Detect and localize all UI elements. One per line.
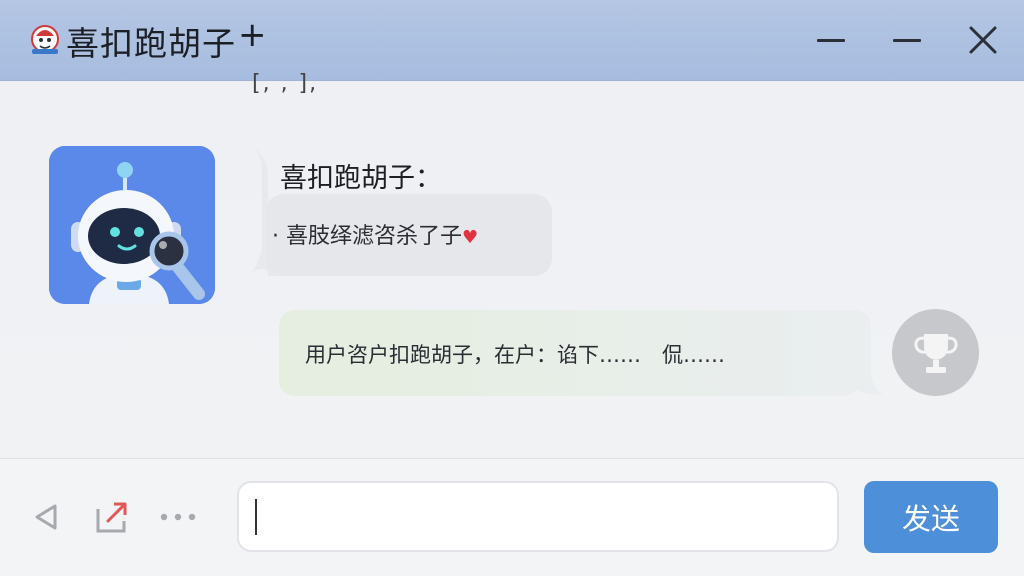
chat-area[interactable]: [, , ], 喜扣跑胡子： · 喜肢绎滤咨杀了子♥ 用户咨户扣跑胡子，在户：谄… (0, 71, 1024, 457)
send-button[interactable]: 发送 (864, 481, 998, 553)
chat-window: 喜扣跑胡子 + [, , ], 喜扣跑胡子： · 喜肢绎滤咨杀了子♥ 用户咨户扣… (0, 0, 1024, 576)
previous-message-fragment: [, , ], (252, 71, 319, 96)
minimize-icon (817, 38, 845, 42)
close-button[interactable] (965, 22, 1001, 58)
minimize-button-2[interactable] (889, 22, 925, 58)
share-button[interactable] (92, 497, 132, 537)
bot-name: 喜扣跑胡子： (280, 163, 442, 194)
heart-icon: ♥ (462, 227, 479, 248)
window-title: 喜扣跑胡子 (66, 24, 236, 63)
more-button[interactable] (158, 497, 198, 537)
user-message-text: 用户咨户扣跑胡子，在户：谄下…… 侃…… (305, 343, 725, 367)
minimize-icon (893, 38, 921, 42)
user-message-bubble: 用户咨户扣跑胡子，在户：谄下…… 侃…… (279, 310, 887, 396)
share-icon (96, 502, 127, 533)
input-bar: 发送 (0, 458, 1024, 576)
bot-message-text: · 喜肢绎滤咨杀了子♥ (272, 218, 478, 250)
bot-message-bubble: 喜扣跑胡子： · 喜肢绎滤咨杀了子♥ (238, 146, 552, 276)
bot-avatar (49, 146, 215, 304)
title-bar[interactable]: 喜扣跑胡子 + (0, 0, 1024, 81)
more-dots-icon (160, 513, 196, 521)
title-plus[interactable]: + (238, 15, 267, 55)
minimize-button[interactable] (813, 22, 849, 58)
back-triangle-icon (35, 504, 57, 530)
user-avatar (892, 309, 979, 396)
close-icon (969, 26, 997, 54)
text-cursor (255, 499, 257, 535)
bot-message-content: · 喜肢绎滤咨杀了子 (272, 224, 462, 249)
app-logo-icon (28, 22, 62, 56)
back-button[interactable] (26, 497, 66, 537)
robot-avatar-icon (49, 146, 215, 304)
message-input[interactable] (237, 481, 839, 552)
trophy-avatar-icon (913, 333, 958, 373)
